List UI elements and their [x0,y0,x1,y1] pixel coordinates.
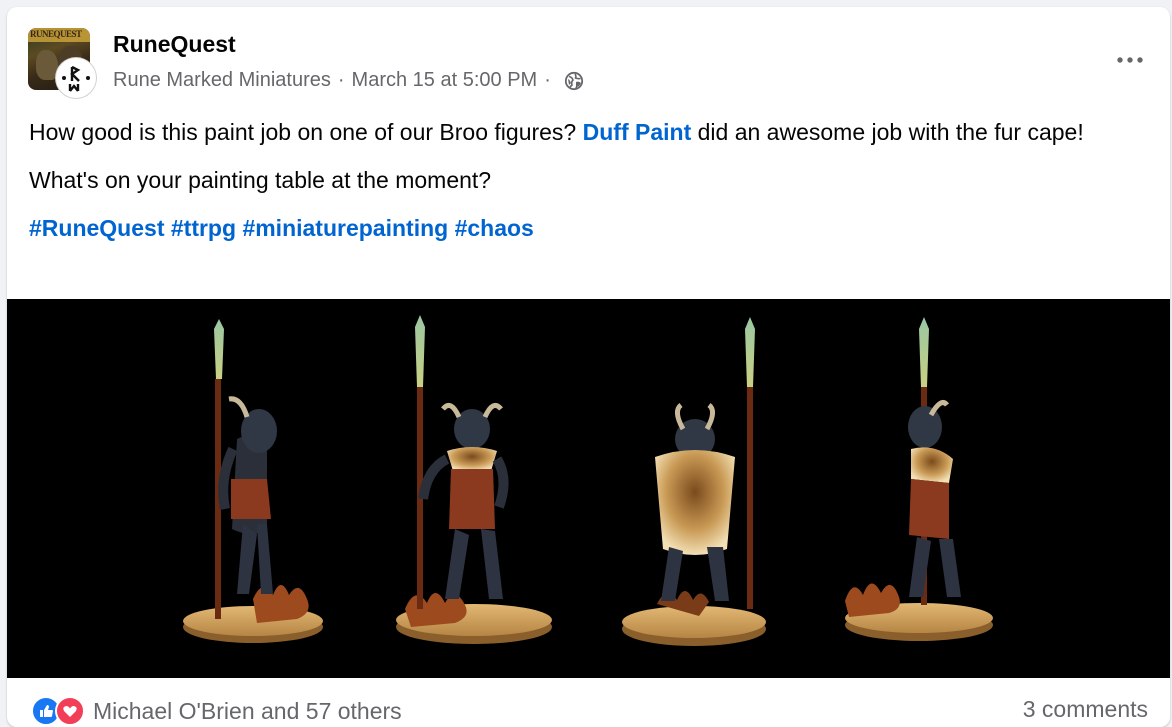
post-timestamp[interactable]: March 15 at 5:00 PM [352,69,538,92]
more-options-icon [1117,57,1143,63]
reactions-names[interactable]: Michael O'Brien and 57 others [93,698,402,725]
miniature-figure-4 [845,317,993,641]
author-avatar[interactable] [56,58,96,98]
hashtag-link[interactable]: #ttrpg [171,215,236,241]
hashtags: #RuneQuest #ttrpg #miniaturepainting #ch… [29,210,1154,246]
mention-link[interactable]: Duff Paint [583,119,692,145]
miniatures-photo [183,315,993,646]
post-photo[interactable] [7,299,1170,678]
page-name-link[interactable]: RuneQuest [113,31,236,58]
miniature-figure-2 [396,315,552,644]
hashtag-link[interactable]: #miniaturepainting [242,215,448,241]
post-paragraph-2: What's on your painting table at the mom… [29,167,492,193]
post-text-part2: did an awesome job with the fur cape! [691,119,1084,145]
reactions-summary[interactable]: Michael O'Brien and 57 others [31,696,402,726]
comments-count[interactable]: 3 comments [1023,696,1148,723]
post-paragraph-1: How good is this paint job on one of our… [29,114,1154,150]
page-avatar[interactable]: RUNEQUEST [28,28,96,98]
hashtag-link[interactable]: #chaos [455,215,534,241]
post-footer: Michael O'Brien and 57 others 3 comments [7,678,1170,727]
post-body: How good is this paint job on one of our… [29,114,1154,258]
author-link[interactable]: Rune Marked Miniatures [113,69,331,92]
meta-separator-2: · [544,69,551,91]
more-options-button[interactable] [1110,45,1150,75]
post-text-part1: How good is this paint job on one of our… [29,119,583,145]
miniature-figure-1 [183,319,323,643]
globe-icon[interactable] [564,71,584,91]
post-card: RUNEQUEST RuneQuest Rune Marked Miniatur… [7,7,1170,727]
post-meta: Rune Marked Miniatures · March 15 at 5:0… [113,69,584,92]
miniature-figure-3 [622,317,766,646]
avatar-banner-text: RUNEQUEST [30,29,82,39]
hashtag-link[interactable]: #RuneQuest [29,215,164,241]
love-icon [55,696,85,726]
meta-separator: · [337,69,345,91]
rune-logo-icon [62,65,90,92]
